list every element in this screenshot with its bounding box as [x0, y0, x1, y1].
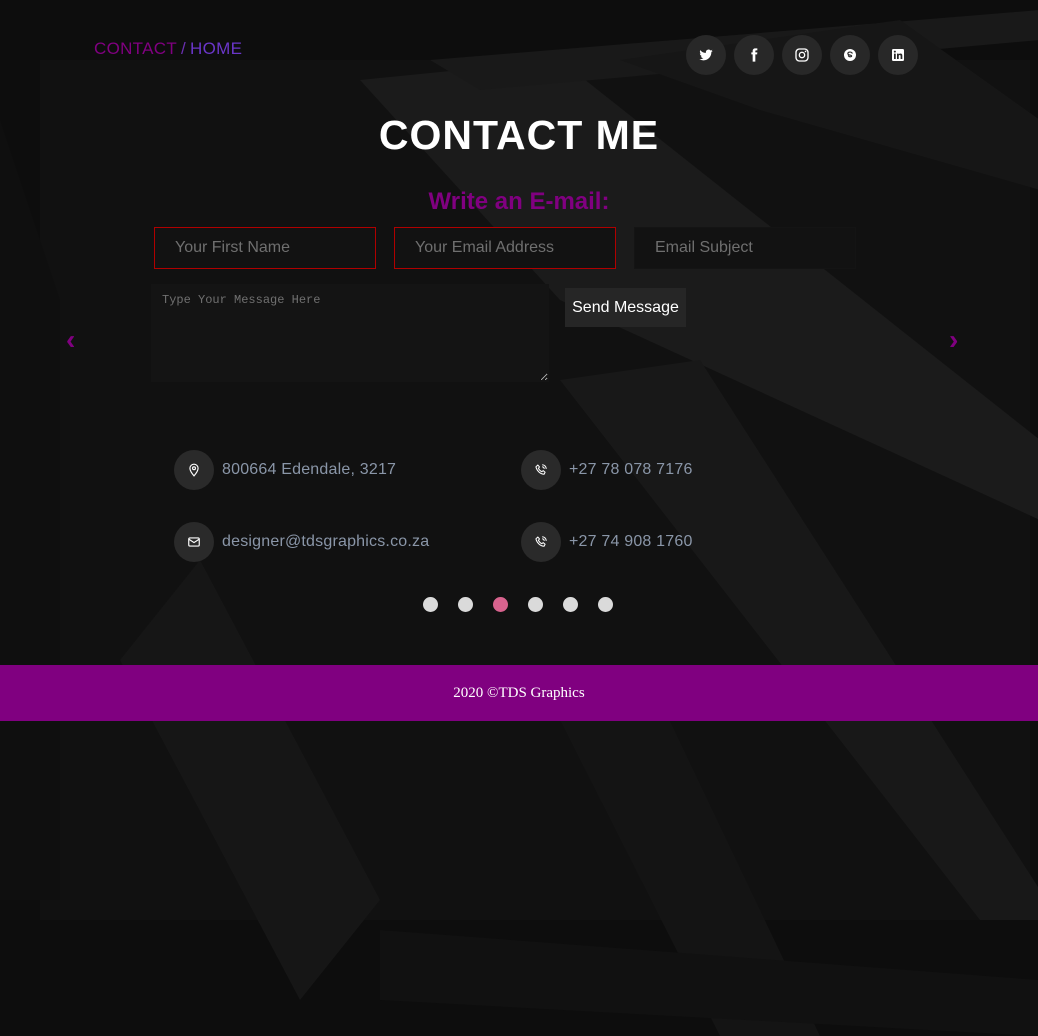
twitter-link[interactable]: [686, 35, 726, 75]
location-pin-icon: [174, 450, 214, 490]
carousel-dot-1[interactable]: [423, 597, 438, 612]
contact-phone-1: +27 78 078 7176: [521, 450, 693, 490]
facebook-icon: [751, 48, 758, 62]
carousel-dot-4[interactable]: [528, 597, 543, 612]
address-text: 800664 Edendale, 3217: [222, 461, 397, 478]
skype-icon: [844, 49, 856, 61]
envelope-icon: [174, 522, 214, 562]
contact-phone-2: +27 74 908 1760: [521, 522, 693, 562]
email-address-input[interactable]: [394, 227, 616, 269]
phone-icon: [521, 450, 561, 490]
linkedin-icon: [892, 49, 904, 61]
instagram-link[interactable]: [782, 35, 822, 75]
carousel-dot-3[interactable]: [493, 597, 508, 612]
breadcrumb-home[interactable]: HOME: [190, 39, 242, 58]
breadcrumb: CONTACT / HOME: [94, 39, 242, 59]
breadcrumb-separator: /: [181, 39, 187, 58]
instagram-icon: [795, 48, 809, 62]
email-text[interactable]: designer@tdsgraphics.co.za: [222, 533, 429, 551]
carousel-dot-2[interactable]: [458, 597, 473, 612]
email-subject-input[interactable]: [634, 227, 856, 269]
facebook-link[interactable]: [734, 35, 774, 75]
carousel-dot-6[interactable]: [598, 597, 613, 612]
footer: 2020 ©TDS Graphics: [0, 665, 1038, 721]
first-name-input[interactable]: [154, 227, 376, 269]
phone-icon: [521, 522, 561, 562]
send-message-button[interactable]: Send Message: [565, 288, 686, 327]
carousel-dot-5[interactable]: [563, 597, 578, 612]
message-textarea[interactable]: [151, 284, 549, 382]
linkedin-link[interactable]: [878, 35, 918, 75]
social-links: [686, 35, 918, 75]
contact-address: 800664 Edendale, 3217: [174, 450, 397, 490]
form-heading: Write an E-mail:: [428, 188, 610, 215]
contact-email: designer@tdsgraphics.co.za: [174, 522, 429, 562]
phone-2-text[interactable]: +27 74 908 1760: [569, 533, 693, 551]
skype-link[interactable]: [830, 35, 870, 75]
carousel-prev-button[interactable]: ‹: [66, 324, 75, 356]
twitter-icon: [699, 49, 713, 61]
page-title: CONTACT ME: [378, 112, 660, 158]
phone-1-text[interactable]: +27 78 078 7176: [569, 461, 693, 479]
carousel-indicators: [423, 597, 613, 612]
breadcrumb-contact[interactable]: CONTACT: [94, 39, 177, 58]
carousel-next-button[interactable]: ›: [949, 324, 958, 356]
copyright-text: 2020 ©TDS Graphics: [453, 684, 585, 701]
